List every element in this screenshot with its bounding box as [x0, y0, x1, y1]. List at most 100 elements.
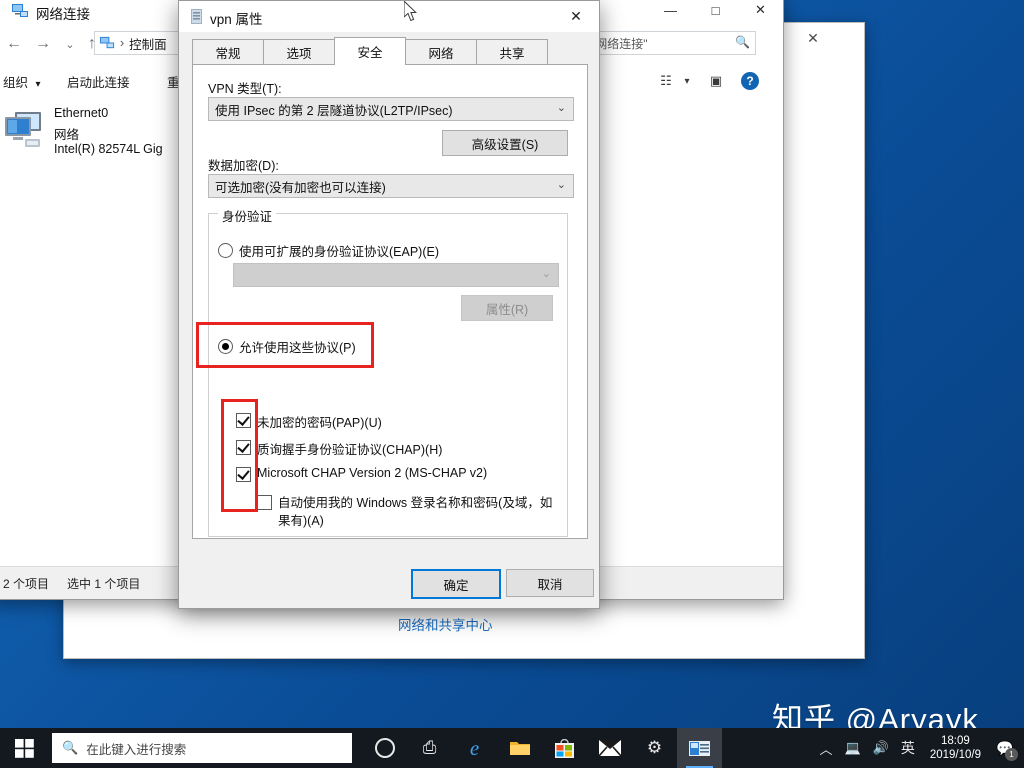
forward-icon[interactable]: → [32, 34, 54, 54]
chevron-down-icon: ⌄ [541, 268, 551, 280]
checkbox-mark-icon[interactable] [236, 467, 251, 482]
explorer-minimize-button[interactable]: — [648, 0, 693, 25]
checkbox-mark-icon[interactable] [236, 440, 251, 455]
ime-indicator[interactable]: 英 [895, 728, 921, 768]
tab-sharing[interactable]: 共享 [476, 39, 548, 65]
chevron-down-icon: ⌄ [556, 102, 566, 114]
security-tab-panel: VPN 类型(T): 使用 IPsec 的第 2 层隧道协议(L2TP/IPse… [192, 64, 588, 539]
network-sharing-center-link[interactable]: 网络和共享中心 [398, 614, 493, 634]
pap-label: 未加密的密码(PAP)(U) [257, 416, 382, 430]
edge-icon[interactable]: e [452, 728, 497, 768]
authentication-groupbox [208, 213, 568, 537]
notification-count: 1 [1005, 748, 1018, 761]
volume-icon[interactable]: 🔊 [867, 728, 895, 768]
eap-radio[interactable]: 使用可扩展的身份验证协议(EAP)(E) [218, 241, 439, 260]
file-explorer-icon[interactable] [497, 728, 542, 768]
background-window-close-button[interactable]: ✕ [790, 23, 836, 53]
allow-protocols-radio-label: 允许使用这些协议(P) [239, 341, 356, 355]
tab-security[interactable]: 安全 [334, 37, 406, 65]
ethernet-adapter-icon [5, 112, 41, 147]
chap-checkbox-row[interactable]: 质询握手身份验证协议(CHAP)(H) [236, 439, 546, 458]
list-item[interactable]: Ethernet0 网络 Intel(R) 82574L Gig [0, 103, 172, 163]
explorer-window-buttons: — □ ✕ [648, 0, 783, 25]
taskbar-search-placeholder: 在此键入进行搜索 [86, 742, 187, 757]
microsoft-store-icon[interactable] [542, 728, 587, 768]
authentication-group-label: 身份验证 [218, 206, 277, 225]
help-icon[interactable]: ? [737, 70, 763, 92]
start-connection-button[interactable]: 启动此连接 [67, 72, 130, 91]
status-selected-count: 选中 1 个项目 [67, 577, 141, 591]
network-connections-icon [12, 4, 28, 17]
system-tray: ︿ 💻 🔊 英 18:09 2019/10/9 💬 1 [813, 728, 1024, 768]
search-icon: 🔍 [62, 740, 79, 755]
tray-chevron-up-icon[interactable]: ︿ [813, 728, 838, 768]
advanced-settings-button[interactable]: 高级设置(S) [442, 130, 568, 156]
tab-options[interactable]: 选项 [263, 39, 335, 65]
settings-icon[interactable]: ⚙ [632, 728, 677, 768]
vpn-type-label: VPN 类型(T): [208, 82, 282, 96]
view-chevron-down-icon[interactable]: ▾ [679, 70, 695, 92]
view-layout-icon[interactable]: ☷ [653, 70, 679, 92]
clock-time: 18:09 [941, 735, 970, 747]
checkbox-mark-icon[interactable] [257, 495, 272, 510]
data-encryption-label: 数据加密(D): [208, 159, 279, 173]
eap-radio-label: 使用可扩展的身份验证协议(EAP)(E) [239, 245, 440, 259]
eap-properties-button: 属性(R) [461, 295, 553, 321]
explorer-maximize-button[interactable]: □ [693, 0, 738, 25]
clock[interactable]: 18:09 2019/10/9 [921, 728, 990, 768]
mschapv2-checkbox-row[interactable]: Microsoft CHAP Version 2 (MS-CHAP v2) [236, 466, 546, 482]
vpn-properties-icon [191, 9, 202, 24]
breadcrumb-segment[interactable]: 控制面 [129, 34, 167, 53]
clock-date: 2019/10/9 [929, 749, 981, 761]
tab-general[interactable]: 常规 [192, 39, 264, 65]
vpn-type-combobox[interactable]: 使用 IPsec 的第 2 层隧道协议(L2TP/IPsec) ⌄ [208, 97, 574, 121]
dialog-close-button[interactable]: ✕ [553, 1, 599, 32]
tab-network[interactable]: 网络 [405, 39, 477, 65]
dialog-tab-strip: 常规 选项 安全 网络 共享 [192, 37, 548, 65]
mail-icon[interactable] [587, 728, 632, 768]
auto-credentials-checkbox-row[interactable]: 自动使用我的 Windows 登录名称和密码(及域，如果有)(A) [257, 494, 553, 530]
breadcrumb-network-icon [99, 36, 115, 49]
data-encryption-value: 可选加密(没有加密也可以连接) [215, 180, 386, 195]
ok-button[interactable]: 确定 [411, 569, 501, 599]
chevron-down-icon: ▾ [35, 79, 41, 90]
mschapv2-label: Microsoft CHAP Version 2 (MS-CHAP v2) [257, 466, 488, 480]
dialog-title: vpn 属性 [210, 12, 263, 27]
list-item-name: Ethernet0 [54, 106, 109, 120]
network-icon[interactable]: 💻 [838, 728, 866, 768]
help-glyph: ? [741, 72, 759, 90]
vpn-type-value: 使用 IPsec 的第 2 层隧道协议(L2TP/IPsec) [215, 103, 453, 118]
mouse-cursor [404, 1, 417, 22]
preview-pane-icon[interactable]: ▣ [703, 70, 729, 92]
back-icon[interactable]: ← [3, 34, 25, 54]
allow-protocols-radio[interactable]: 允许使用这些协议(P) [218, 337, 356, 356]
radio-mark-icon [218, 339, 233, 354]
vpn-properties-dialog[interactable]: vpn 属性 ✕ 常规 选项 安全 网络 共享 VPN 类型(T): 使用 IP… [178, 0, 600, 609]
notification-icon[interactable]: 💬 1 [990, 728, 1020, 768]
pap-checkbox-row[interactable]: 未加密的密码(PAP)(U) [236, 412, 546, 431]
dialog-titlebar: vpn 属性 ✕ [179, 1, 599, 32]
eap-method-combobox: ⌄ [233, 263, 559, 287]
breadcrumb-separator: › [120, 36, 125, 50]
command-bar-right-icons: ☷ ▾ ▣ ? [653, 70, 763, 92]
checkbox-mark-icon[interactable] [236, 413, 251, 428]
task-view-icon[interactable]: ⎙ [407, 728, 452, 768]
list-item-type: 网络 [54, 128, 80, 142]
explorer-close-button[interactable]: ✕ [738, 0, 783, 25]
taskbar-search-input[interactable]: 🔍 在此键入进行搜索 [52, 733, 352, 763]
search-icon[interactable]: 🔍 [735, 35, 750, 49]
windows-start-icon[interactable] [0, 728, 48, 768]
data-encryption-combobox[interactable]: 可选加密(没有加密也可以连接) ⌄ [208, 174, 574, 198]
auto-credentials-label: 自动使用我的 Windows 登录名称和密码(及域，如果有)(A) [278, 496, 553, 528]
list-item-adapter: Intel(R) 82574L Gig [54, 142, 163, 156]
organize-button[interactable]: 组织 ▾ [3, 72, 41, 91]
recent-locations-icon[interactable]: ⌄ [59, 34, 81, 54]
radio-mark-icon [218, 243, 233, 258]
taskbar: 🔍 在此键入进行搜索 ⎙ e ⚙ ︿ 💻 🔊 英 18:09 2019/10/9… [0, 728, 1024, 768]
chevron-down-icon: ⌄ [556, 179, 566, 191]
cancel-button[interactable]: 取消 [506, 569, 594, 597]
cortana-icon[interactable] [362, 728, 407, 768]
chap-label: 质询握手身份验证协议(CHAP)(H) [257, 443, 443, 457]
network-connections-icon[interactable] [677, 728, 722, 768]
status-item-count: 2 个项目 [3, 577, 50, 591]
